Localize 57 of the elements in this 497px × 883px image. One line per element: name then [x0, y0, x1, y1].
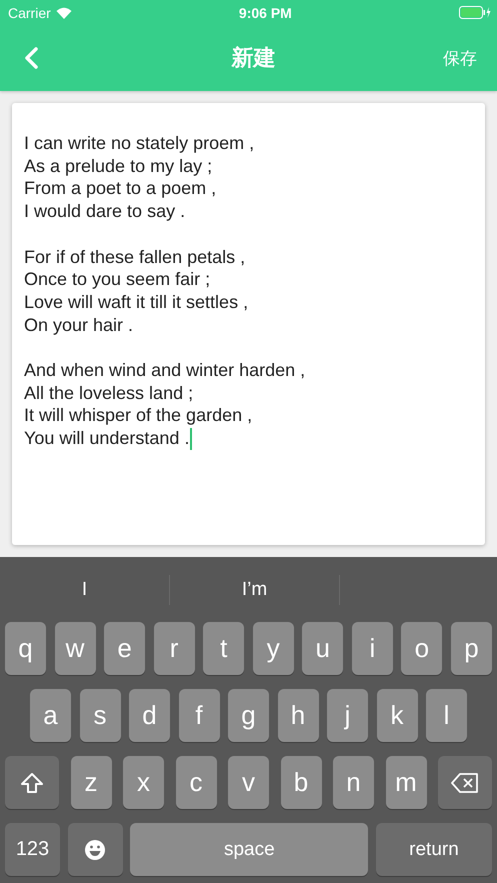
suggestion[interactable]: I [0, 574, 170, 604]
letter-key[interactable]: p [450, 622, 492, 675]
battery-icon [458, 6, 491, 19]
letter-key[interactable]: s [80, 689, 120, 742]
poem-line: Once to you seem fair ; [24, 268, 210, 291]
letter-key[interactable]: c [176, 756, 216, 809]
status-time: 9:06 PM [238, 4, 292, 20]
letter-key[interactable]: l [426, 689, 467, 742]
letter-key[interactable]: g [228, 689, 269, 742]
poem-line: From a poet to a poem , [24, 177, 216, 200]
letter-key[interactable]: k [376, 689, 418, 742]
letter-key[interactable]: a [30, 689, 71, 742]
letter-key[interactable]: b [280, 756, 322, 809]
emoji-key[interactable] [68, 823, 123, 876]
poem-line: You will understand . [24, 427, 192, 450]
poem-line: On your hair . [24, 314, 134, 336]
letter-key[interactable]: x [123, 756, 164, 809]
letter-key[interactable]: o [401, 622, 442, 675]
backspace-icon [451, 772, 479, 792]
letter-key[interactable]: t [203, 622, 244, 675]
delete-key[interactable] [438, 756, 492, 809]
carrier-label: Carrier [8, 4, 51, 20]
letter-key[interactable]: w [54, 622, 96, 675]
page-title: 新建 [232, 44, 276, 72]
letter-key[interactable]: v [228, 756, 269, 809]
letter-key[interactable]: j [327, 689, 368, 742]
letter-key[interactable]: i [352, 622, 393, 675]
numbers-key[interactable]: 123 [5, 823, 60, 876]
letter-key[interactable]: r [154, 622, 195, 675]
letter-key[interactable]: m [386, 756, 426, 809]
shift-key[interactable] [5, 756, 59, 809]
poem-line: It will whisper of the garden , [24, 404, 252, 428]
back-icon [24, 47, 38, 69]
shift-icon [20, 772, 44, 794]
letter-key[interactable]: y [252, 622, 294, 675]
poem-line: Love will waft it till it settles , [24, 290, 248, 314]
suggestion[interactable]: I’m [170, 574, 340, 604]
poem-line: And when wind and winter harden , [24, 359, 306, 382]
return-key[interactable]: return [376, 823, 492, 876]
letter-key[interactable]: u [302, 622, 344, 675]
emoji-icon [84, 838, 106, 860]
letter-key[interactable]: d [129, 689, 170, 742]
poem-line: All the loveless land ; [24, 382, 194, 404]
poem-line: As a prelude to my lay ; [24, 154, 212, 178]
letter-key[interactable]: f [178, 689, 220, 742]
letter-key[interactable]: n [333, 756, 374, 809]
letter-key[interactable]: e [104, 622, 146, 675]
save-button[interactable]: 保存 [443, 46, 477, 70]
space-key[interactable]: space [130, 823, 368, 876]
poem-line: I would dare to say . [24, 200, 186, 223]
text-editor[interactable] [12, 103, 485, 545]
letter-key[interactable]: q [5, 622, 46, 675]
wifi-icon [56, 6, 72, 18]
letter-key[interactable]: h [278, 689, 318, 742]
poem-line: I can write no stately proem , [24, 132, 254, 155]
letter-key[interactable]: z [70, 756, 112, 809]
poem-line: For if of these fallen petals , [24, 246, 246, 268]
